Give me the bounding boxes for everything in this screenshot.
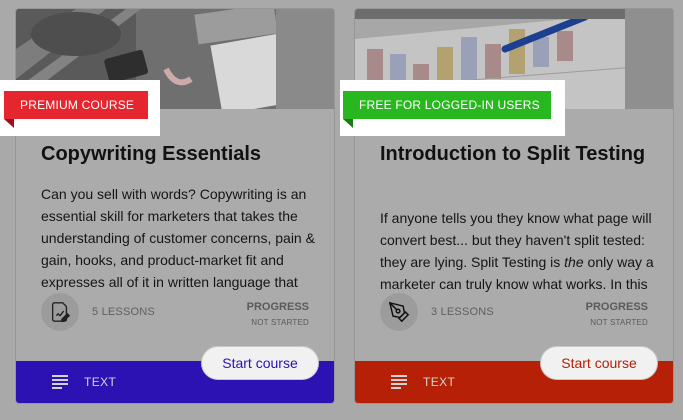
progress-status: NOT STARTED — [251, 318, 309, 327]
progress-status: NOT STARTED — [590, 318, 648, 327]
start-course-button[interactable]: Start course — [540, 346, 658, 380]
text-lines-icon — [52, 375, 68, 389]
format-label: TEXT — [84, 375, 117, 389]
free-for-logged-in-badge: FREE FOR LOGGED-IN USERS — [343, 91, 551, 119]
lesson-count: 3 LESSONS — [431, 306, 494, 318]
document-edit-icon — [41, 293, 79, 331]
course-card[interactable]: Copywriting Essentials Can you sell with… — [15, 8, 335, 404]
format-label: TEXT — [423, 375, 456, 389]
progress-label: PROGRESS — [585, 301, 648, 313]
progress-label: PROGRESS — [246, 301, 309, 313]
premium-course-badge: PREMIUM COURSE — [4, 91, 148, 119]
course-title[interactable]: Copywriting Essentials — [41, 141, 321, 167]
lesson-count: 5 LESSONS — [92, 306, 155, 318]
pen-nib-icon — [380, 293, 418, 331]
description-emphasis: the — [564, 254, 584, 270]
start-course-button[interactable]: Start course — [201, 346, 319, 380]
course-card[interactable]: Introduction to Split Testing If anyone … — [354, 8, 674, 404]
course-description: Can you sell with words? Copywriting is … — [41, 186, 315, 290]
badge-ribbon-fold — [343, 119, 353, 128]
badge-ribbon-fold — [4, 119, 14, 128]
badge-highlight: PREMIUM COURSE — [0, 80, 160, 136]
badge-highlight: FREE FOR LOGGED-IN USERS — [340, 80, 565, 136]
text-lines-icon — [391, 375, 407, 389]
course-title[interactable]: Introduction to Split Testing — [380, 141, 660, 167]
